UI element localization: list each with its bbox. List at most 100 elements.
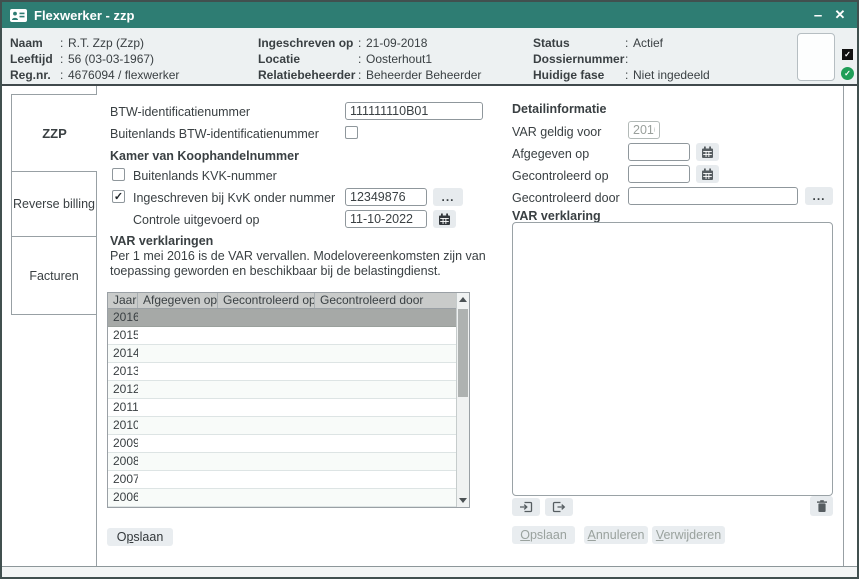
kvk-registered-checkbox[interactable]: ✓ [112, 190, 125, 203]
cancel-button[interactable]: Annuleren [584, 526, 648, 544]
window-title: Flexwerker - zzp [34, 8, 134, 23]
cell-afgegeven-op [138, 399, 218, 416]
cell-gecontroleerd-op [218, 345, 315, 362]
column-header-gecontroleerd-door: Gecontroleerd door [315, 293, 456, 308]
cell-gecontroleerd-op [218, 363, 315, 380]
calendar-icon [438, 213, 451, 226]
header-field-label: Dossiernummer [533, 51, 625, 67]
photo-placeholder [797, 33, 835, 81]
column-header-jaar: Jaar [108, 293, 138, 308]
cell-gecontroleerd-door [315, 435, 456, 452]
checked-on-input[interactable] [628, 165, 690, 183]
table-row[interactable]: 2015 [108, 327, 456, 345]
cell-jaar: 2007 [108, 471, 138, 488]
header-field: Naam : R.T. Zzp (Zzp) [10, 35, 179, 51]
header-field-value: Actief [633, 35, 663, 51]
black-checkbox-icon[interactable]: ✓ [842, 49, 853, 60]
header-field: Dossiernummer : [533, 51, 710, 67]
issued-on-input[interactable] [628, 143, 690, 161]
foreign-btw-checkbox[interactable] [345, 126, 358, 139]
scroll-down-arrow-icon[interactable] [457, 494, 469, 507]
window-bottom-strip [2, 567, 857, 577]
header-field-separator: : [60, 67, 68, 83]
btw-label: BTW-identificatienummer [110, 104, 250, 120]
export-button[interactable] [545, 498, 573, 516]
controle-label: Controle uitgevoerd op [133, 212, 259, 228]
column-header-gecontroleerd-op: Gecontroleerd op [218, 293, 315, 308]
kvk-registered-label: Ingeschreven bij KvK onder nummer [133, 190, 335, 206]
btw-input[interactable] [345, 102, 483, 120]
checked-on-calendar-button[interactable] [696, 165, 719, 183]
table-row[interactable]: 2011 [108, 399, 456, 417]
table-row[interactable]: 2016 [108, 309, 456, 327]
tab-reverse-billing[interactable]: Reverse billing [11, 171, 97, 237]
cell-gecontroleerd-door [315, 327, 456, 344]
table-row[interactable]: 2008 [108, 453, 456, 471]
save-button-left[interactable]: Opslaan [107, 528, 173, 546]
delete-button[interactable]: Verwijderen [652, 526, 725, 544]
table-row[interactable]: 2010 [108, 417, 456, 435]
table-row[interactable]: 2009 [108, 435, 456, 453]
kvk-number-input[interactable] [345, 188, 427, 206]
header-column-2: Ingeschreven op : 21-09-2018 Locatie : O… [258, 35, 481, 83]
table-row[interactable]: 2014 [108, 345, 456, 363]
header-field-label: Relatiebeheerder [258, 67, 358, 83]
checked-by-input[interactable] [628, 187, 798, 205]
panel-right-border [843, 86, 844, 566]
header-field-label: Status [533, 35, 625, 51]
controle-calendar-button[interactable] [433, 210, 456, 228]
cell-afgegeven-op [138, 381, 218, 398]
cell-afgegeven-op [138, 489, 218, 506]
cell-afgegeven-op [138, 309, 218, 326]
table-row[interactable]: 2007 [108, 471, 456, 489]
foreign-kvk-checkbox[interactable] [112, 168, 125, 181]
cell-afgegeven-op [138, 435, 218, 452]
header-field-value: 21-09-2018 [366, 35, 427, 51]
var-table-header: Jaar Afgegeven op Gecontroleerd op Gecon… [108, 293, 456, 309]
table-scrollbar[interactable] [456, 293, 469, 507]
person-header: Naam : R.T. Zzp (Zzp) Leeftijd : 56 (03-… [2, 28, 857, 86]
header-field: Reg.nr. : 4676094 / flexwerker [10, 67, 179, 83]
header-field-label: Reg.nr. [10, 67, 60, 83]
cell-gecontroleerd-op [218, 453, 315, 470]
header-field: Leeftijd : 56 (03-03-1967) [10, 51, 179, 67]
header-field-value: 56 (03-03-1967) [68, 51, 154, 67]
var-valid-input [628, 121, 660, 139]
scrollbar-thumb[interactable] [458, 309, 468, 397]
header-field: Relatiebeheerder : Beheerder Beheerder [258, 67, 481, 83]
table-row[interactable]: 2006 [108, 489, 456, 507]
header-field-value: Beheerder Beheerder [366, 67, 481, 83]
foreign-kvk-label: Buitenlands KVK-nummer [133, 168, 277, 184]
table-row[interactable]: 2013 [108, 363, 456, 381]
scroll-up-arrow-icon[interactable] [457, 293, 469, 306]
ellipsis-icon: ... [441, 193, 454, 201]
save-button-detail[interactable]: Opslaan [512, 526, 575, 544]
checked-by-lookup-button[interactable]: ... [805, 187, 833, 205]
table-row[interactable]: 2012 [108, 381, 456, 399]
checked-by-label: Gecontroleerd door [512, 190, 620, 206]
controle-date-input[interactable] [345, 210, 427, 228]
cell-gecontroleerd-door [315, 417, 456, 434]
var-statement-textarea[interactable] [512, 222, 833, 496]
cell-jaar: 2010 [108, 417, 138, 434]
cell-afgegeven-op [138, 345, 218, 362]
header-field-value: R.T. Zzp (Zzp) [68, 35, 144, 51]
import-button[interactable] [512, 498, 540, 516]
var-section-header: VAR verklaringen [110, 233, 213, 249]
trash-icon [816, 500, 828, 513]
minimize-button[interactable]: – [807, 2, 829, 28]
close-button[interactable]: ✕ [829, 2, 851, 28]
issued-on-calendar-button[interactable] [696, 143, 719, 161]
export-icon [552, 501, 566, 514]
tab-facturen[interactable]: Facturen [11, 236, 97, 315]
delete-statement-button[interactable] [810, 496, 833, 516]
kvk-lookup-button[interactable]: ... [433, 188, 463, 206]
header-field: Status : Actief [533, 35, 710, 51]
header-field-separator: : [358, 51, 366, 67]
green-check-status-icon: ✓ [841, 67, 854, 80]
calendar-icon [701, 168, 714, 181]
header-field-value: Oosterhout1 [366, 51, 432, 67]
cell-gecontroleerd-door [315, 381, 456, 398]
header-field-separator: : [60, 35, 68, 51]
tab-zzp[interactable]: ZZP [11, 94, 97, 172]
